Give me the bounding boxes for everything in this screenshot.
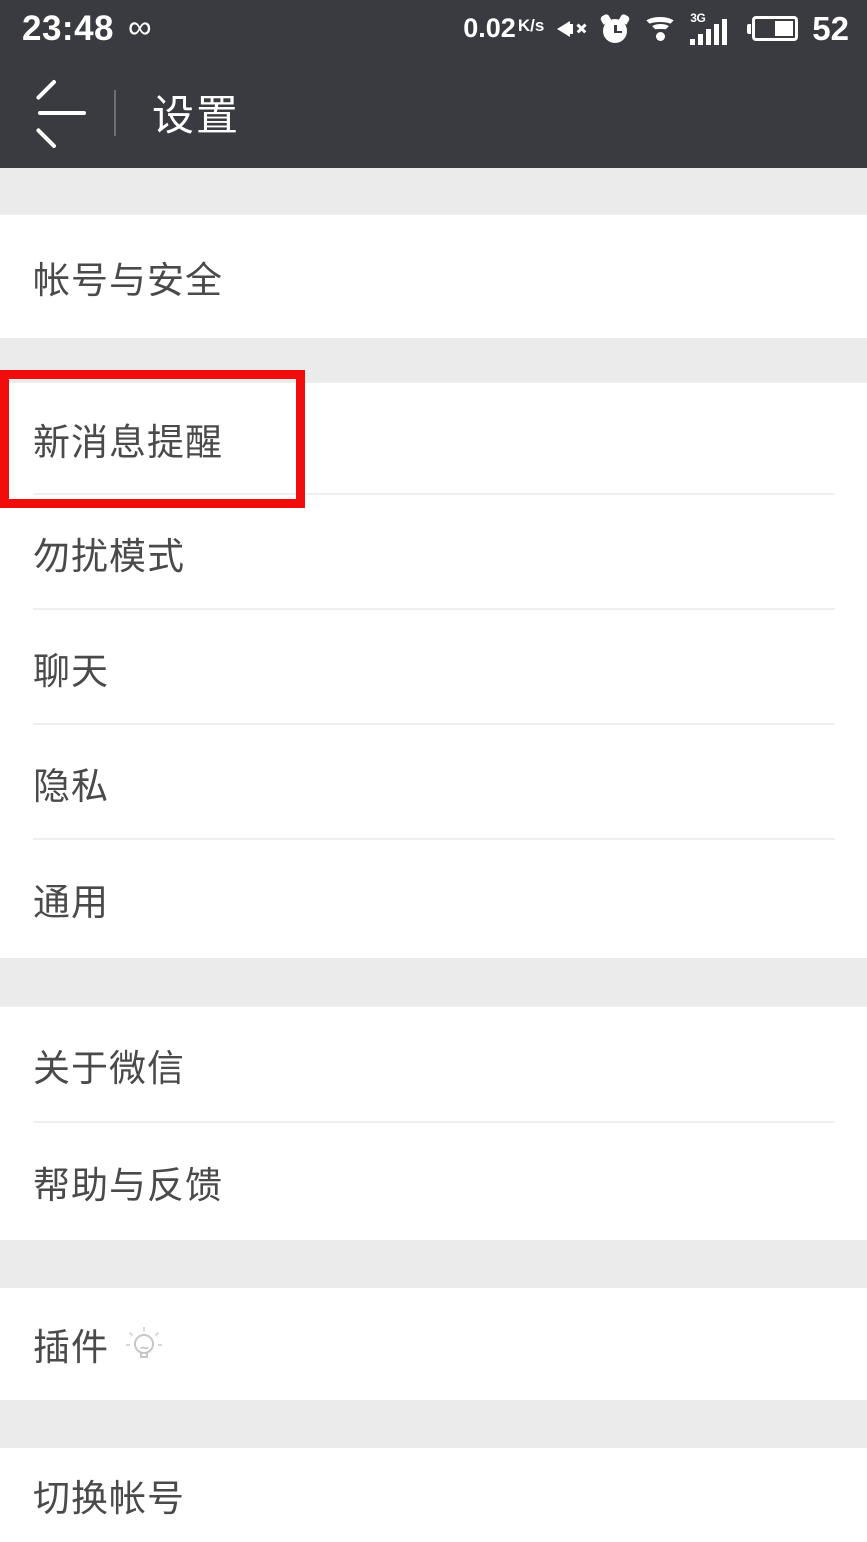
list-item-label: 新消息提醒 <box>33 421 223 464</box>
settings-section-account: 帐号与安全 <box>0 215 867 338</box>
alarm-clock-icon <box>599 12 631 44</box>
status-time: 23:48 <box>22 9 115 48</box>
list-item[interactable]: 聊天 <box>0 610 867 725</box>
lightbulb-icon: ∼ <box>126 1327 162 1361</box>
battery-icon <box>747 15 799 43</box>
section-separator <box>0 1240 867 1288</box>
network-speed: 0.02 K/s <box>463 13 544 44</box>
list-item[interactable]: 通用 <box>0 840 867 958</box>
section-separator <box>0 958 867 1007</box>
status-bar-right: 0.02 K/s 3G 52 <box>463 10 867 48</box>
list-item[interactable]: 切换帐号 <box>0 1448 867 1542</box>
settings-section-plugins: 插件 ∼ <box>0 1288 867 1400</box>
battery-level: 52 <box>812 9 849 47</box>
section-separator <box>0 168 867 215</box>
section-separator <box>0 1400 867 1448</box>
status-bar-left: 23:48 ∞ <box>0 8 152 48</box>
app-bar: 设置 <box>0 57 867 168</box>
section-separator <box>0 338 867 383</box>
settings-section-switch: 切换帐号 <box>0 1448 867 1542</box>
list-item-label: 关于微信 <box>33 1047 185 1090</box>
list-item[interactable]: 勿扰模式 <box>0 495 867 610</box>
list-item-label: 聊天 <box>33 649 109 693</box>
infinity-icon: ∞ <box>128 8 152 45</box>
list-item-label: 隐私 <box>33 764 109 808</box>
list-item-label: 帐号与安全 <box>33 258 223 302</box>
back-arrow-icon[interactable] <box>32 78 106 149</box>
list-item-label: 插件 <box>33 1326 109 1369</box>
mute-icon <box>557 16 587 42</box>
network-speed-value: 0.02 <box>463 13 516 43</box>
status-bar: 23:48 ∞ 0.02 K/s 3G 52 <box>0 0 867 57</box>
list-item[interactable]: 插件 ∼ <box>0 1288 867 1400</box>
list-item-label: 切换帐号 <box>33 1477 185 1520</box>
list-item[interactable]: 隐私 <box>0 725 867 840</box>
list-item[interactable]: 关于微信 <box>0 1007 867 1123</box>
appbar-divider <box>114 89 116 136</box>
list-item[interactable]: 新消息提醒 <box>0 383 867 495</box>
list-item-label: 帮助与反馈 <box>33 1163 223 1207</box>
list-item-label: 勿扰模式 <box>33 534 185 578</box>
list-item[interactable]: 帮助与反馈 <box>0 1123 867 1240</box>
wifi-icon <box>643 15 678 42</box>
network-speed-unit: K/s <box>517 16 545 35</box>
list-item[interactable]: 帐号与安全 <box>0 215 867 338</box>
settings-section-about: 关于微信 帮助与反馈 <box>0 1007 867 1240</box>
signal-bars-icon: 3G <box>690 11 734 45</box>
list-item-label: 通用 <box>33 881 109 924</box>
settings-section-notifications: 新消息提醒勿扰模式聊天隐私通用 <box>0 383 867 958</box>
page-title: 设置 <box>152 91 241 140</box>
